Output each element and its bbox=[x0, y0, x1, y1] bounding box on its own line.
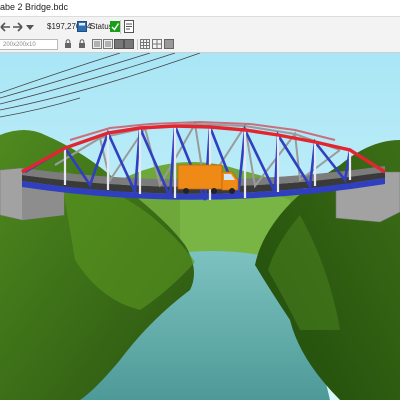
forward-arrow-icon[interactable] bbox=[12, 21, 24, 33]
grid-icon[interactable] bbox=[140, 39, 150, 49]
toolbar-separator bbox=[120, 20, 121, 34]
member-list-icon[interactable] bbox=[114, 39, 124, 49]
lock-icon[interactable] bbox=[78, 39, 86, 49]
lock-icon[interactable] bbox=[64, 39, 72, 49]
member-list-icon[interactable] bbox=[124, 39, 134, 49]
bridge-3d-view[interactable] bbox=[0, 53, 400, 400]
status-check-icon[interactable] bbox=[110, 21, 120, 32]
grid-size-select[interactable]: 200x200x10 bbox=[0, 39, 58, 50]
dropdown-icon[interactable] bbox=[26, 23, 34, 31]
grid-icon[interactable] bbox=[164, 39, 174, 49]
title-bar: abe 2 Bridge.bdc bbox=[0, 0, 400, 17]
toolbar-separator bbox=[137, 39, 138, 50]
calculator-icon[interactable] bbox=[77, 21, 87, 32]
member-list-icon[interactable] bbox=[92, 39, 102, 49]
back-arrow-icon[interactable] bbox=[0, 21, 12, 33]
window-title: abe 2 Bridge.bdc bbox=[0, 2, 69, 12]
grid-icon[interactable] bbox=[152, 39, 162, 49]
toolbar-secondary bbox=[0, 37, 400, 53]
member-list-icon[interactable] bbox=[103, 39, 113, 49]
report-icon[interactable] bbox=[124, 20, 134, 33]
